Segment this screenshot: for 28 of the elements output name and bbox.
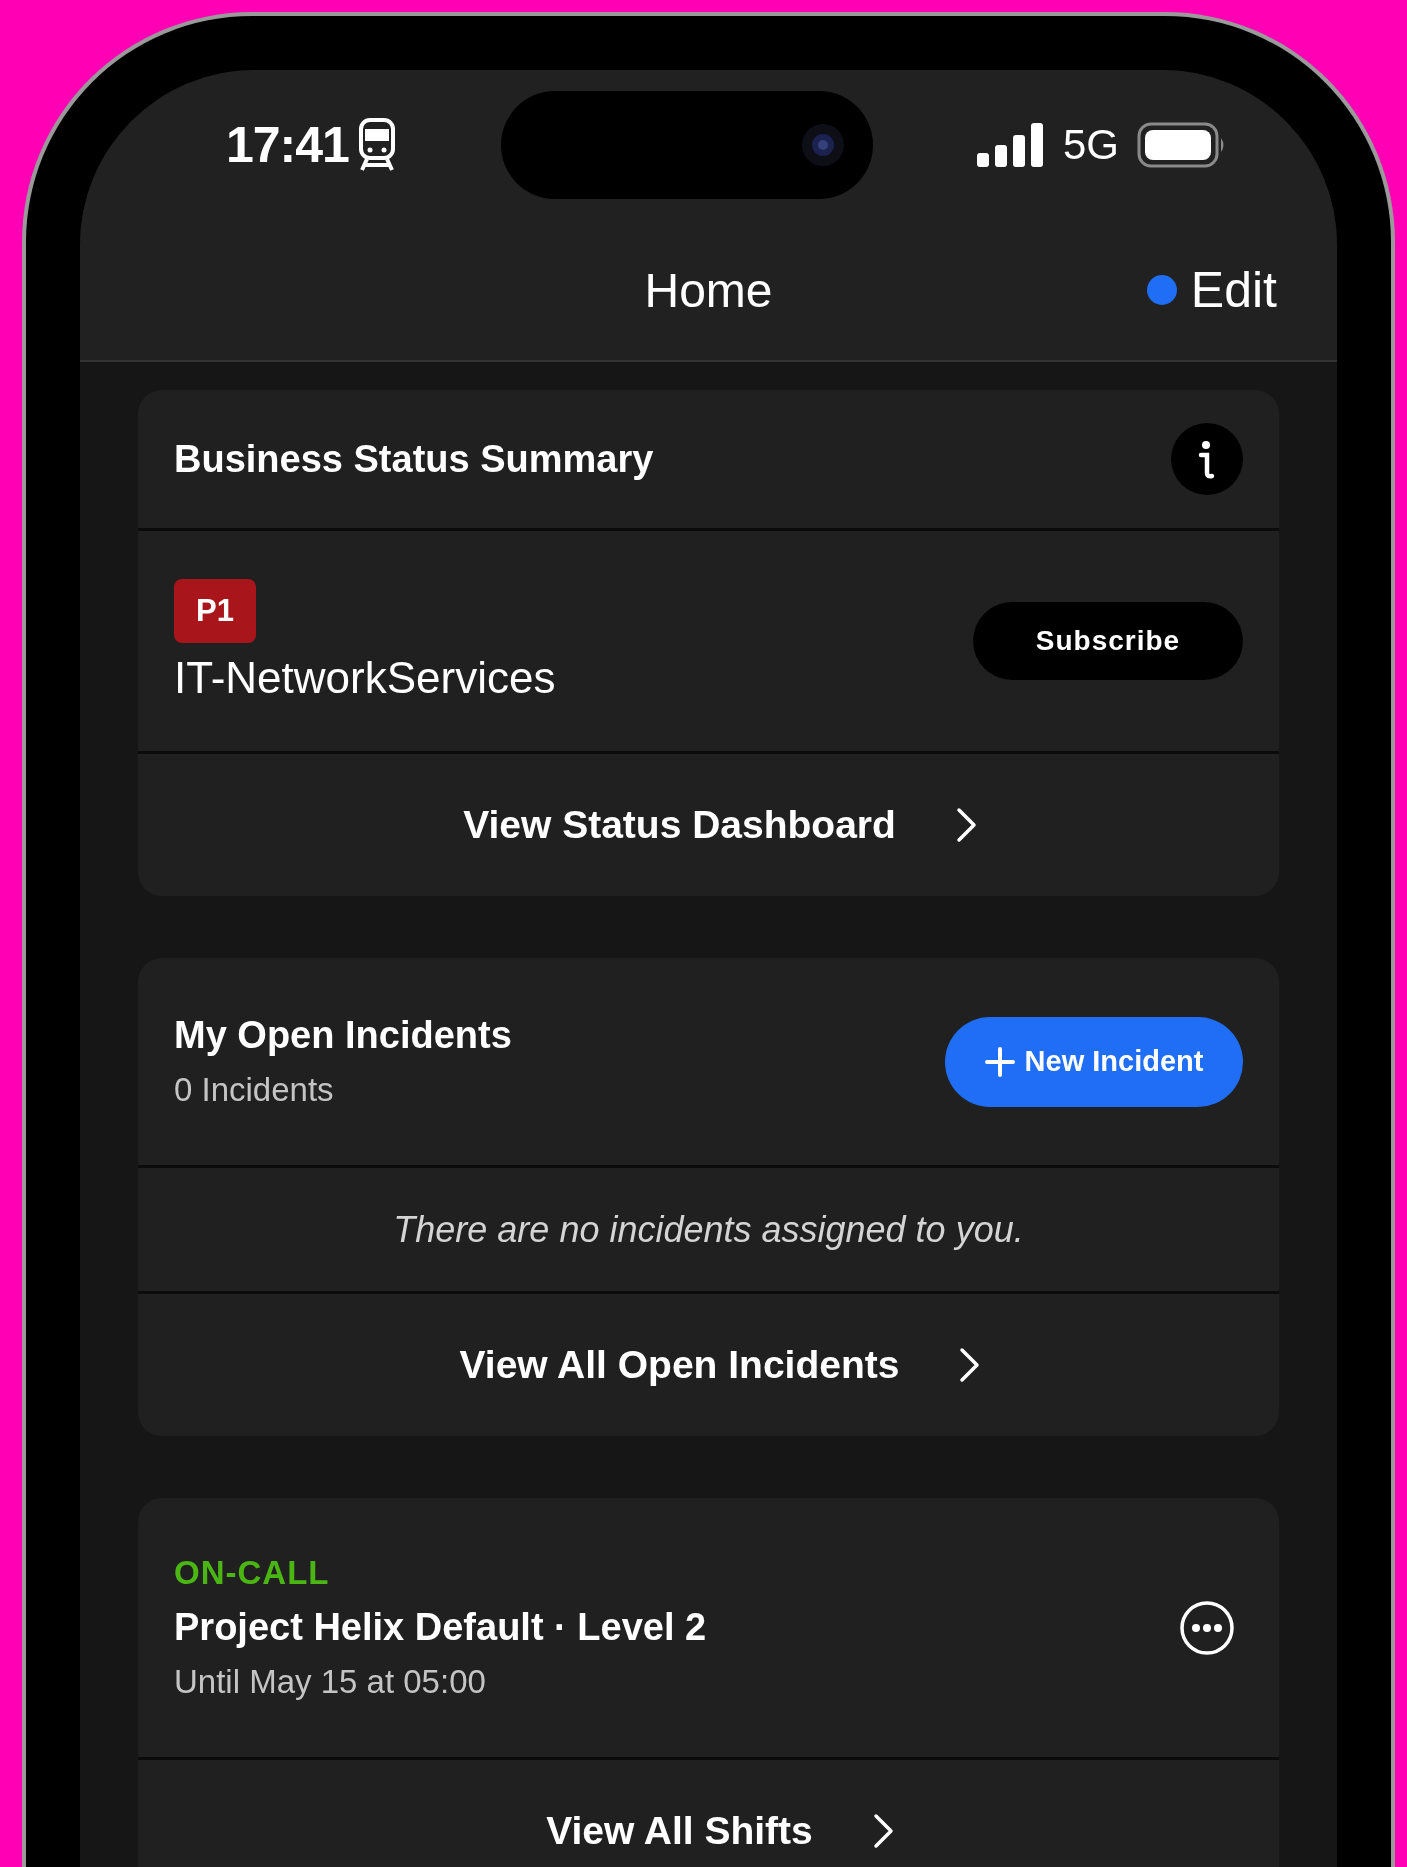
service-name: IT-NetworkServices (174, 653, 556, 703)
chevron-icon (959, 1347, 982, 1383)
chevron-icon (872, 1813, 895, 1849)
network-label: 5G (1062, 121, 1119, 169)
signal-icon (976, 123, 1045, 167)
subscribe-button[interactable]: Subscribe (973, 602, 1243, 680)
chevron-icon (955, 807, 978, 843)
info-icon[interactable] (1171, 423, 1243, 495)
plus-icon (984, 1046, 1015, 1077)
view-open-incidents-link[interactable]: View All Open Incidents (138, 1294, 1279, 1436)
status-time: 17:41 (226, 116, 349, 174)
shift-end-time: Until May 15 at 05:00 (174, 1663, 487, 1701)
train-icon (356, 117, 397, 173)
page-title: Home (644, 262, 773, 318)
card-title: Project Helix Default · Level 2 (174, 1606, 707, 1649)
dot-icon (1146, 275, 1177, 305)
more-icon[interactable] (1179, 1599, 1235, 1656)
view-all-shifts-link[interactable]: View All Shifts (138, 1760, 1279, 1867)
priority-badge: P1 (174, 579, 256, 643)
card-title: Business Status Summary (174, 437, 654, 481)
on-call-label: ON-CALL (174, 1554, 331, 1592)
new-incident-button[interactable]: New Incident (945, 1016, 1243, 1107)
card-title: My Open Incidents (174, 1014, 512, 1057)
empty-message: There are no incidents assigned to you. (138, 1168, 1279, 1294)
incident-count: 0 Incidents (174, 1071, 335, 1109)
edit-button[interactable]: Edit (1146, 261, 1277, 319)
camera-icon (800, 123, 845, 167)
view-status-dashboard-link[interactable]: View Status Dashboard (138, 754, 1279, 896)
